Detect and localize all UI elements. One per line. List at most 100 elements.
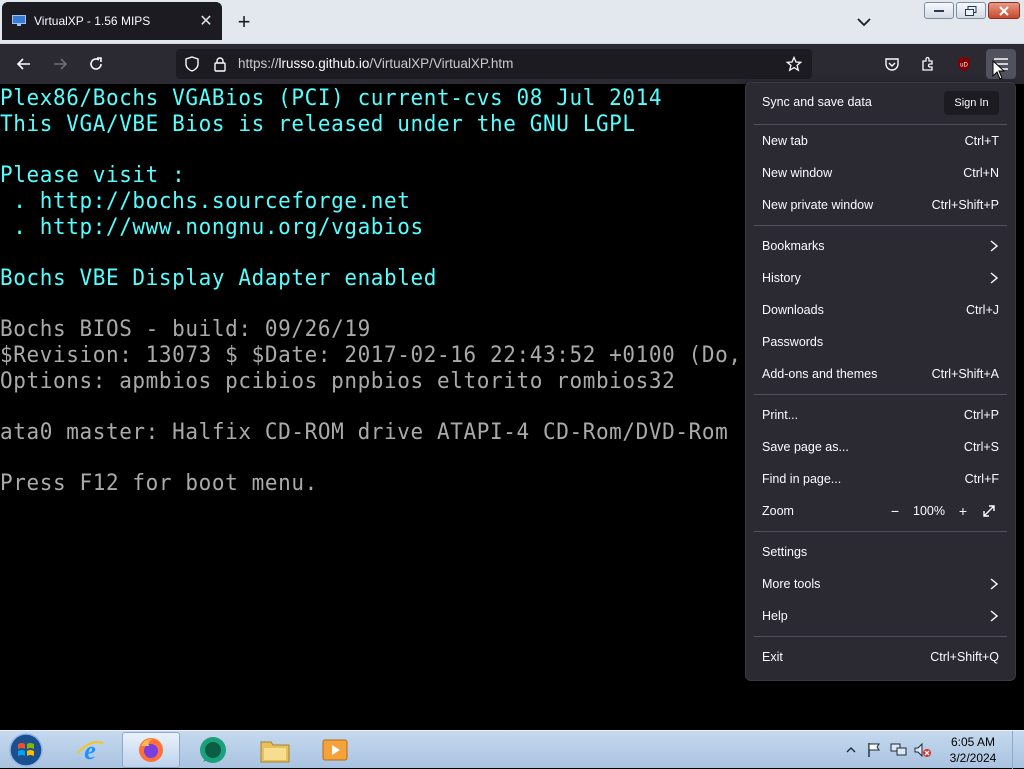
menu-item-label: Print... <box>762 408 799 422</box>
taskbar: e 6:05 AM 3/2/2024 <box>0 730 1024 769</box>
menu-divider <box>754 636 1007 637</box>
menu-item-addons[interactable]: Add-ons and themes Ctrl+Shift+A <box>754 360 1007 388</box>
pocket-icon[interactable] <box>880 52 904 76</box>
reload-icon[interactable] <box>84 52 108 76</box>
url-host: lrusso.github.io <box>278 56 370 71</box>
fullscreen-icon[interactable] <box>979 501 999 521</box>
menu-item-shortcut: Ctrl+N <box>963 166 999 180</box>
menu-item-new-tab[interactable]: New tab Ctrl+T <box>754 127 1007 155</box>
menu-item-find-in-page[interactable]: Find in page... Ctrl+F <box>754 465 1007 493</box>
console-line: This VGA/VBE Bios is released under the … <box>0 111 636 137</box>
window-controls <box>924 2 1020 19</box>
menu-item-label: Downloads <box>762 303 824 317</box>
system-clock[interactable]: 6:05 AM 3/2/2024 <box>940 734 1006 766</box>
console-line: Bochs VBE Display Adapter enabled <box>0 265 438 291</box>
chevron-right-icon <box>989 577 999 591</box>
forward-arrow-icon[interactable] <box>48 52 72 76</box>
menu-item-shortcut: Ctrl+J <box>966 303 999 317</box>
bookmark-star-icon[interactable] <box>786 56 802 72</box>
zoom-level[interactable]: 100% <box>911 504 947 518</box>
tab-virtualxp[interactable]: VirtualXP - 1.56 MIPS ✕ <box>2 2 222 40</box>
url-prefix: https:// <box>238 56 279 71</box>
menu-divider <box>754 124 1007 125</box>
console-line: Plex86/Bochs VGABios (PCI) current-cvs 0… <box>0 85 663 111</box>
new-tab-icon[interactable]: + <box>232 10 256 34</box>
menu-item-new-window[interactable]: New window Ctrl+N <box>754 159 1007 187</box>
menu-item-save-page[interactable]: Save page as... Ctrl+S <box>754 433 1007 461</box>
console-line: Press F12 for boot menu. <box>0 470 318 496</box>
menu-item-print[interactable]: Print... Ctrl+P <box>754 401 1007 429</box>
menu-item-settings[interactable]: Settings <box>754 538 1007 566</box>
chevron-down-icon[interactable] <box>852 10 876 34</box>
network-icon[interactable] <box>890 742 908 758</box>
menu-item-history[interactable]: History <box>754 264 1007 292</box>
svg-text:uD: uD <box>960 63 968 69</box>
menu-item-help[interactable]: Help <box>754 602 1007 630</box>
menu-item-label: Exit <box>762 650 783 664</box>
menu-item-exit[interactable]: Exit Ctrl+Shift+Q <box>754 643 1007 671</box>
console-line: ata0 master: Halfix CD-ROM drive ATAPI-4… <box>0 419 729 445</box>
menu-item-shortcut: Ctrl+Shift+Q <box>930 650 999 664</box>
monitor-icon <box>12 15 26 27</box>
lock-icon[interactable] <box>212 56 228 72</box>
back-arrow-icon[interactable] <box>12 52 36 76</box>
console-line: . http://www.nongnu.org/vgabios <box>0 214 424 240</box>
internet-explorer-icon[interactable]: e <box>64 732 116 768</box>
media-player-icon[interactable] <box>308 732 362 768</box>
extensions-icon[interactable] <box>916 52 940 76</box>
tab-title: VirtualXP - 1.56 MIPS <box>34 14 151 28</box>
clock-date: 3/2/2024 <box>949 751 997 765</box>
sign-in-button[interactable]: Sign In <box>944 91 999 115</box>
menu-item-new-private-window[interactable]: New private window Ctrl+Shift+P <box>754 191 1007 219</box>
menu-item-zoom: Zoom − 100% + <box>754 497 1007 525</box>
file-explorer-icon[interactable] <box>248 732 302 768</box>
menu-item-label: More tools <box>762 577 821 591</box>
chevron-right-icon <box>989 609 999 623</box>
menu-item-passwords[interactable]: Passwords <box>754 328 1007 356</box>
action-center-flag-icon[interactable] <box>866 742 882 758</box>
menu-divider <box>754 225 1007 226</box>
console-line: Please visit : <box>0 162 186 188</box>
zoom-in-button[interactable]: + <box>953 501 973 521</box>
close-window-icon[interactable] <box>988 2 1020 19</box>
console-line: Bochs BIOS - build: 09/26/19 <box>0 316 371 342</box>
menu-item-label: Bookmarks <box>762 239 825 253</box>
show-desktop-button[interactable] <box>1012 731 1024 769</box>
start-button[interactable] <box>4 732 48 768</box>
menu-item-label: New private window <box>762 198 874 212</box>
chat-app-icon[interactable] <box>186 732 240 768</box>
restore-icon[interactable] <box>956 2 986 19</box>
menu-divider <box>754 531 1007 532</box>
console-line: Options: apmbios pcibios pnpbios eltorit… <box>0 368 676 394</box>
menu-item-label: Settings <box>762 545 808 559</box>
clock-time: 6:05 AM <box>950 735 996 749</box>
menu-divider <box>754 394 1007 395</box>
menu-item-shortcut: Ctrl+P <box>963 408 999 422</box>
zoom-out-button[interactable]: − <box>885 501 905 521</box>
menu-item-shortcut: Ctrl+S <box>963 440 999 454</box>
close-tab-icon[interactable]: ✕ <box>196 11 216 31</box>
menu-item-label: New tab <box>762 134 808 148</box>
menu-item-label: Find in page... <box>762 472 842 486</box>
chevron-right-icon <box>989 271 999 285</box>
menu-item-label: New window <box>762 166 833 180</box>
firefox-taskbar-button[interactable] <box>122 732 180 768</box>
zoom-controls: − 100% + <box>885 501 999 521</box>
ublock-origin-icon[interactable]: uD <box>952 52 976 76</box>
menu-item-label: Save page as... <box>762 440 849 454</box>
address-bar[interactable]: https://lrusso.github.io/VirtualXP/Virtu… <box>176 49 812 79</box>
volume-muted-icon[interactable] <box>914 742 932 758</box>
menu-item-shortcut: Ctrl+T <box>964 134 999 148</box>
menu-item-downloads[interactable]: Downloads Ctrl+J <box>754 296 1007 324</box>
menu-item-label: Add-ons and themes <box>762 367 878 381</box>
menu-item-more-tools[interactable]: More tools <box>754 570 1007 598</box>
show-hidden-icons-icon[interactable] <box>846 743 856 757</box>
tracking-shield-icon[interactable] <box>184 56 200 72</box>
menu-item-label: History <box>762 271 801 285</box>
minimize-icon[interactable] <box>924 2 954 19</box>
app-menu-panel: Sync and save data Sign In New tab Ctrl+… <box>745 82 1016 681</box>
url-path: /VirtualXP/VirtualXP.htm <box>369 56 514 71</box>
mouse-cursor-icon <box>992 59 1006 80</box>
menu-item-bookmarks[interactable]: Bookmarks <box>754 232 1007 260</box>
chevron-right-icon <box>989 239 999 253</box>
